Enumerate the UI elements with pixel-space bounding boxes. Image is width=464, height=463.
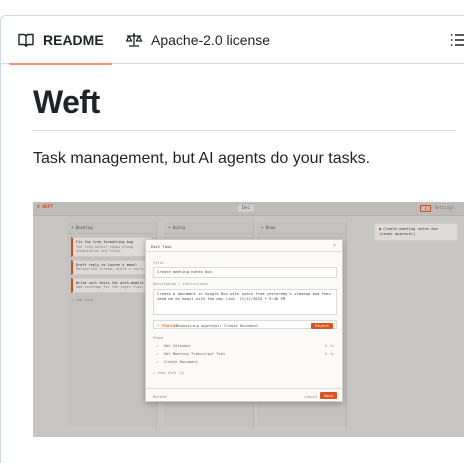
tab-readme[interactable]: README [9, 16, 112, 65]
modal-title: Edit Task [151, 244, 172, 249]
step-item: › Create Document [156, 359, 198, 364]
approval-row: • PENDING Requesting approval: Create Do… [153, 320, 337, 329]
step-item: › Get Calendar [156, 343, 192, 348]
outline-button[interactable] [450, 32, 464, 50]
modal-header: Edit Task × [146, 240, 342, 252]
step-time: 0.4s [325, 351, 335, 356]
delete-button: Delete [153, 394, 167, 399]
book-icon [17, 31, 35, 49]
save-button: Save [319, 392, 337, 399]
app-screenshot: ≡ WEFT Dec 3 Settings • Backlog Fix the … [33, 202, 464, 437]
title-label: Title [153, 261, 164, 265]
scale-icon [125, 31, 143, 49]
show-info-link: + show info (1) [153, 371, 185, 375]
edit-task-modal: Edit Task × Title Create meeting notes d… [145, 239, 343, 402]
list-icon [450, 34, 464, 52]
reject-button: Reject [311, 322, 333, 329]
title-field: Create meeting notes doc [153, 267, 337, 278]
tab-license[interactable]: Apache-2.0 license [125, 16, 270, 64]
step-item: › Get Meeting Transcript Text [156, 351, 226, 356]
step-time: 0.2s [325, 343, 335, 348]
modal-footer: Delete Cancel Save [146, 388, 342, 401]
readme-tabs: README Apache-2.0 license [1, 16, 464, 65]
status-text: Requesting approval: Create Document [176, 323, 259, 328]
cancel-button: Cancel [304, 394, 318, 399]
description-label: Description / Instructions [153, 282, 208, 286]
tab-readme-label: README [43, 32, 104, 48]
description-field: Create a document in Google Doc with not… [153, 289, 337, 315]
close-icon: × [332, 243, 336, 249]
readme-tagline: Task management, but AI agents do your t… [33, 150, 371, 167]
steps-label: Steps [153, 336, 164, 340]
status-tag: • PENDING [157, 323, 178, 328]
tab-license-label: Apache-2.0 license [151, 32, 271, 48]
active-tab-underline [9, 63, 112, 65]
title-divider [32, 130, 456, 131]
readme-title: Weft [33, 84, 100, 120]
